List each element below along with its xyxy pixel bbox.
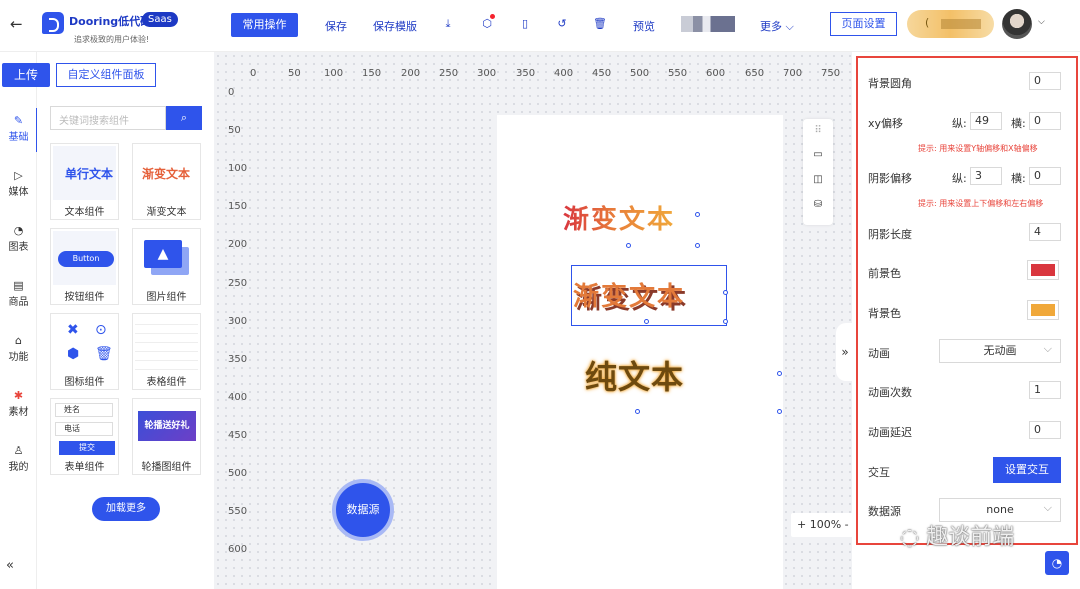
animation-delay-input[interactable]: 0 <box>1029 421 1061 439</box>
help-icon: ◔ <box>1051 556 1063 570</box>
background-color-picker[interactable] <box>1027 300 1059 320</box>
data-source-button[interactable]: 数据源 <box>332 479 394 541</box>
component-card-text[interactable]: 单行文本 文本组件 <box>50 143 119 220</box>
nav-item-material[interactable]: ✱ 素材 <box>0 389 37 418</box>
material-icon: ✱ <box>13 389 24 402</box>
tools-icon: ✖ <box>67 322 79 338</box>
load-more-button[interactable]: 加载更多 <box>92 497 160 521</box>
component-card-form[interactable]: 姓名 电话 提交 表单组件 <box>50 398 119 475</box>
brand-name: Dooring低代码 <box>69 15 152 28</box>
nav-item-chart[interactable]: ◔ 图表 <box>0 224 37 253</box>
avatar[interactable] <box>1002 9 1032 39</box>
common-actions-button[interactable]: 常用操作 <box>231 13 298 37</box>
category-nav: ✎ 基础 ▷ 媒体 ◔ 图表 ▤ 商品 ⌂ 功能 ✱ 素材 ♙ 我的 <box>0 52 38 589</box>
layout-icon[interactable]: ◫ <box>803 174 833 185</box>
nav-item-mine[interactable]: ♙ 我的 <box>0 444 37 473</box>
custom-panel-button[interactable]: 自定义组件面板 <box>56 63 156 87</box>
collapse-icon[interactable]: « <box>6 558 14 573</box>
page-settings-button[interactable]: 页面设置 <box>830 12 897 36</box>
more-menu[interactable]: 更多 ⌵ <box>760 18 794 34</box>
nav-item-media[interactable]: ▷ 媒体 <box>0 169 37 198</box>
xy-vertical-input[interactable]: 49 <box>970 112 1002 130</box>
component-card-icon[interactable]: ✖ ⊙ ⬢ 🗑 图标组件 <box>50 313 119 390</box>
download-icon[interactable]: ⤓ <box>441 17 455 31</box>
saas-badge: Saas <box>142 12 178 27</box>
editor-canvas[interactable]: 0 50 100 150 200 250 300 350 400 450 500… <box>214 52 852 589</box>
undo-icon[interactable]: ↺ <box>555 17 569 31</box>
chevron-down-icon[interactable]: ⌵ <box>1038 17 1045 27</box>
arrow-left-icon[interactable]: ← <box>10 16 26 32</box>
shadow-vertical-input[interactable]: 3 <box>970 167 1002 185</box>
ruler-horizontal: 0 50 100 150 200 250 300 350 400 450 500… <box>250 68 841 79</box>
foreground-color-picker[interactable] <box>1027 260 1059 280</box>
search-button[interactable]: ⌕ <box>166 106 202 130</box>
shadow-length-input[interactable]: 4 <box>1029 223 1061 241</box>
user-icon: ♙ <box>13 444 24 457</box>
play-circle-icon: ⊙ <box>95 322 107 338</box>
floating-toolbar: ⠿ ▭ ◫ ⛁ <box>803 119 833 225</box>
animation-count-input[interactable]: 1 <box>1029 381 1061 399</box>
slogan: 追求极致的用户体验! <box>74 35 150 44</box>
bg-radius-input[interactable]: 0 <box>1029 72 1061 90</box>
plain-text[interactable]: 纯文本 <box>585 352 684 398</box>
goods-icon: ▤ <box>13 279 24 292</box>
trash-icon[interactable]: 🗑 <box>593 17 607 31</box>
nav-item-goods[interactable]: ▤ 商品 <box>0 279 37 308</box>
xy-horizontal-input[interactable]: 0 <box>1029 112 1061 130</box>
component-card-image[interactable]: ▲ 图片组件 <box>132 228 201 305</box>
image-icon: ▲ <box>144 240 182 268</box>
function-icon: ⌂ <box>15 334 22 347</box>
pie-icon: ◔ <box>13 224 24 237</box>
file-icon[interactable]: ▯ <box>518 17 532 31</box>
play-icon: ▷ <box>14 169 23 182</box>
gradient-text-1[interactable]: 渐变文本 <box>563 199 675 236</box>
component-card-button[interactable]: Button 按钮组件 <box>50 228 119 305</box>
box-icon: ⬢ <box>67 346 80 362</box>
save-template-button[interactable]: 保存模版 <box>373 18 417 34</box>
component-card-table[interactable]: 表格组件 <box>132 313 201 390</box>
user-membership-pill[interactable]: ( <box>907 10 994 38</box>
watermark: ◌ 趣谈前端 <box>900 525 1015 550</box>
page-canvas[interactable]: 渐变文本 渐变文本 纯文本 <box>497 115 783 589</box>
preview-button[interactable]: 预览 <box>633 18 655 34</box>
zoom-control[interactable]: + 100% - <box>791 513 852 537</box>
shadow-horizontal-input[interactable]: 0 <box>1029 167 1061 185</box>
trash-icon: 🗑 <box>95 346 113 362</box>
animation-select[interactable]: 无动画 <box>939 338 1061 363</box>
notification-dot <box>490 14 495 19</box>
save-button[interactable]: 保存 <box>325 18 347 34</box>
gradient-text-2[interactable]: 渐变文本 <box>573 276 685 313</box>
desktop-icon[interactable]: ▭ <box>803 149 833 160</box>
drag-handle-icon[interactable]: ⠿ <box>803 125 833 136</box>
nav-item-basic[interactable]: ✎ 基础 <box>0 108 38 152</box>
cube-icon[interactable]: ⬡ <box>480 17 494 31</box>
set-interaction-button[interactable]: 设置交互 <box>993 457 1061 483</box>
dooring-logo <box>42 12 64 34</box>
component-card-gradient[interactable]: 渐变文本 渐变文本 <box>132 143 201 220</box>
search-input[interactable]: 关键词搜索组件 <box>50 106 166 130</box>
nav-item-function[interactable]: ⌂ 功能 <box>0 334 37 363</box>
component-card-carousel[interactable]: 轮播送好礼 轮播图组件 <box>132 398 201 475</box>
search-icon: ⌕ <box>180 111 188 124</box>
blurred-toolbar-item <box>681 16 735 32</box>
help-button[interactable]: ◔ <box>1045 551 1069 575</box>
upload-button[interactable]: 上传 <box>2 63 50 87</box>
paint-bucket-icon[interactable]: ⛁ <box>803 199 833 210</box>
pen-icon: ✎ <box>13 114 24 127</box>
component-panel: 关键词搜索组件 ⌕ 单行文本 文本组件 渐变文本 渐变文本 Button 按钮组… <box>37 95 214 589</box>
top-header: ← Dooring低代码 Saas 追求极致的用户体验! 常用操作 保存 保存模… <box>0 0 1080 52</box>
